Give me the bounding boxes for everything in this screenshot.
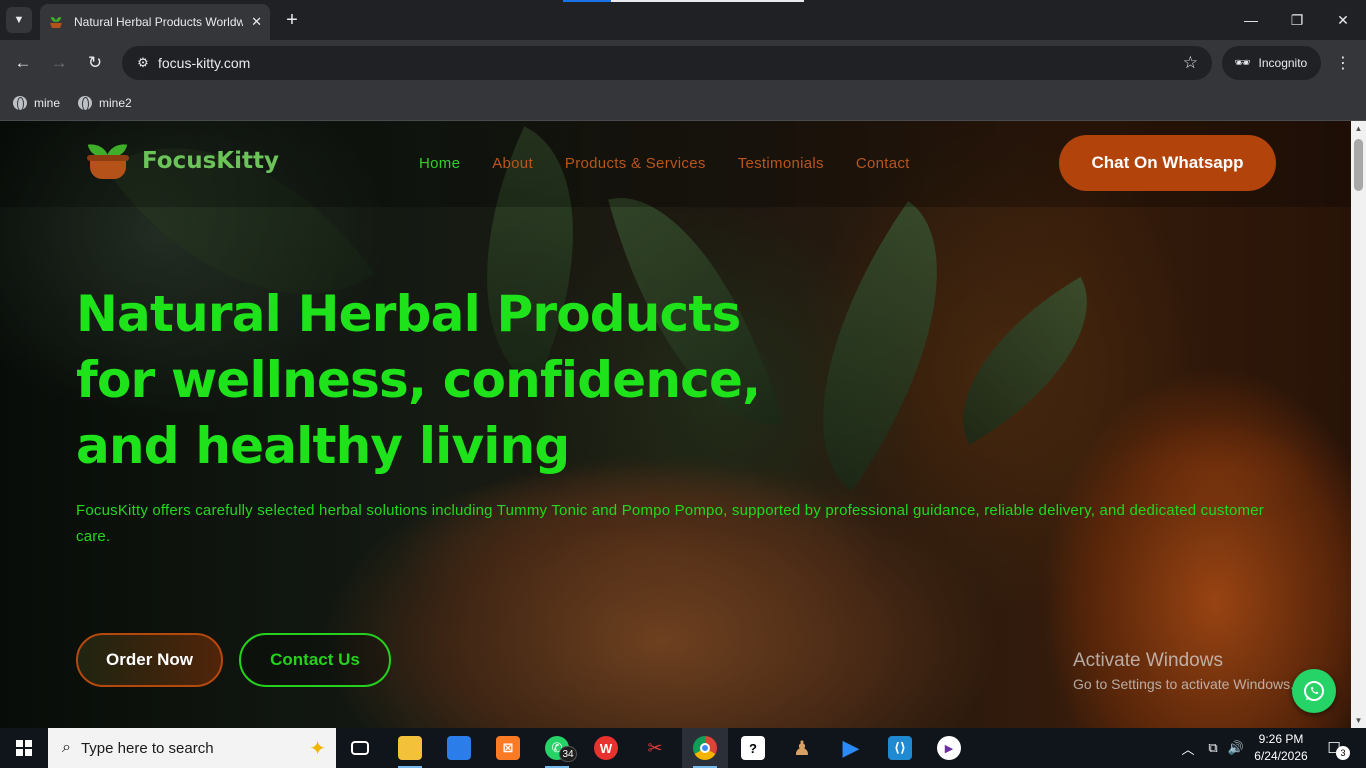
- hero-title: Natural Herbal Products for wellness, co…: [76, 281, 836, 479]
- taskbar-clock[interactable]: 9:26 PM 6/24/2026: [1248, 731, 1314, 765]
- incognito-indicator[interactable]: 🕶 Incognito: [1222, 46, 1321, 80]
- nav-about[interactable]: About: [492, 155, 533, 172]
- bookmark-item[interactable]: mine: [13, 92, 60, 114]
- page-load-progress: [563, 0, 804, 2]
- hero-title-line: and healthy living: [76, 417, 570, 475]
- browser-menu-icon[interactable]: ⋮: [1330, 49, 1356, 77]
- bookmark-item[interactable]: mine2: [78, 92, 132, 114]
- hero-title-line: Natural Herbal Products: [76, 285, 741, 343]
- close-window-button[interactable]: ✕: [1320, 0, 1366, 40]
- incognito-label: Incognito: [1258, 56, 1308, 70]
- restore-button[interactable]: ❐: [1274, 0, 1320, 40]
- scroll-up-icon[interactable]: ▲: [1351, 121, 1366, 136]
- app-icon-black[interactable]: ?: [733, 732, 773, 764]
- minimize-button[interactable]: —: [1228, 0, 1274, 40]
- search-placeholder: Type here to search: [80, 739, 214, 757]
- order-now-button[interactable]: Order Now: [76, 633, 223, 687]
- taskbar-search-box[interactable]: ⌕ Type here to search ✦: [48, 728, 336, 768]
- site-logo[interactable]: FocusKitty: [86, 141, 279, 181]
- scroll-down-icon[interactable]: ▼: [1351, 713, 1366, 728]
- volume-icon[interactable]: 🔊: [1226, 728, 1246, 768]
- microsoft-store-icon[interactable]: [439, 732, 479, 764]
- whatsapp-icon: [1304, 681, 1324, 701]
- whatsapp-unread-badge: 34: [559, 746, 577, 762]
- site-info-icon[interactable]: ⚙: [128, 55, 158, 71]
- chat-on-whatsapp-button[interactable]: Chat On Whatsapp: [1059, 135, 1276, 191]
- clock-time: 9:26 PM: [1258, 732, 1304, 746]
- new-tab-button[interactable]: +: [280, 8, 304, 32]
- chrome-icon[interactable]: [685, 732, 725, 768]
- video-player-icon[interactable]: ▶: [929, 732, 969, 764]
- windows-activation-watermark: Activate Windows Go to Settings to activ…: [1073, 650, 1294, 692]
- address-url[interactable]: focus-kitty.com: [158, 55, 1183, 71]
- herb-pot-logo-icon: [86, 141, 130, 181]
- tab-search-chevron-icon[interactable]: ▼: [6, 7, 32, 33]
- start-button[interactable]: [0, 728, 48, 768]
- hero-title-line: for wellness, confidence,: [76, 351, 761, 409]
- network-icon[interactable]: ⧉: [1202, 728, 1224, 768]
- nav-testimonials[interactable]: Testimonials: [738, 155, 824, 172]
- vscode-icon[interactable]: ⟨⟩: [880, 732, 920, 764]
- snipping-tool-icon[interactable]: ✂: [635, 732, 675, 764]
- page-scrollbar[interactable]: ▲ ▼: [1351, 121, 1366, 728]
- xampp-icon[interactable]: ⊠: [488, 732, 528, 764]
- search-icon: ⌕: [62, 739, 71, 756]
- bookmarks-bar: mine mine2: [0, 86, 1366, 121]
- whatsapp-taskbar-icon[interactable]: ✆ 34: [537, 732, 577, 768]
- scrollbar-thumb[interactable]: [1354, 139, 1363, 191]
- bookmark-label: mine: [34, 96, 61, 110]
- nav-home[interactable]: Home: [419, 155, 460, 172]
- activation-title: Activate Windows: [1073, 650, 1223, 671]
- main-nav: Home About Products & Services Testimoni…: [419, 155, 942, 172]
- hero-subtitle: FocusKitty offers carefully selected her…: [76, 502, 1264, 545]
- nav-products-services[interactable]: Products & Services: [565, 155, 706, 172]
- bookmark-star-icon[interactable]: ☆: [1183, 53, 1198, 73]
- browser-tab-active[interactable]: Natural Herbal Products Worldwide ✕: [40, 4, 270, 40]
- whatsapp-float-button[interactable]: [1292, 669, 1336, 713]
- site-header: FocusKitty Home About Products & Service…: [0, 121, 1351, 207]
- bookmark-label: mine2: [99, 96, 132, 110]
- globe-icon: [78, 96, 92, 111]
- back-arrow-icon[interactable]: ←: [9, 49, 37, 77]
- activation-detail: Go to Settings to activate Windows.: [1073, 676, 1294, 692]
- tab-title: Natural Herbal Products Worldwide: [74, 15, 244, 29]
- wps-office-icon[interactable]: W: [586, 732, 626, 764]
- notification-count-badge: 3: [1336, 746, 1350, 760]
- notification-center-icon[interactable]: ☐ 3: [1322, 736, 1350, 760]
- clock-date: 6/24/2026: [1254, 749, 1308, 763]
- tray-overflow-chevron-icon[interactable]: ︿: [1178, 728, 1198, 768]
- file-explorer-icon[interactable]: [390, 732, 430, 768]
- tab-close-icon[interactable]: ✕: [251, 14, 262, 30]
- task-view-icon[interactable]: [340, 732, 380, 764]
- contact-us-button[interactable]: Contact Us: [239, 633, 391, 687]
- windows-taskbar: ⌕ Type here to search ✦ ⊠ ✆ 34 W ✂ ? ♟ ▶…: [0, 728, 1366, 768]
- browser-toolbar: ← → ↻ ⚙ focus-kitty.com ☆ 🕶 Incognito ⋮: [0, 40, 1366, 86]
- media-player-icon[interactable]: ▶: [831, 732, 871, 764]
- logo-text: FocusKitty: [142, 148, 279, 174]
- search-highlight-icon: ✦: [309, 738, 326, 760]
- nav-contact[interactable]: Contact: [856, 155, 910, 172]
- browser-tabstrip: ▼ Natural Herbal Products Worldwide ✕ + …: [0, 0, 1366, 40]
- address-bar[interactable]: ⚙ focus-kitty.com ☆: [122, 46, 1212, 80]
- chess-app-icon[interactable]: ♟: [782, 732, 822, 764]
- forward-arrow-icon[interactable]: →: [45, 49, 73, 77]
- windows-logo-icon: [16, 740, 32, 756]
- website-viewport: FocusKitty Home About Products & Service…: [0, 121, 1351, 728]
- incognito-icon: 🕶: [1234, 55, 1251, 70]
- globe-icon: [13, 96, 27, 111]
- reload-icon[interactable]: ↻: [81, 49, 109, 77]
- site-favicon-icon: [48, 14, 64, 30]
